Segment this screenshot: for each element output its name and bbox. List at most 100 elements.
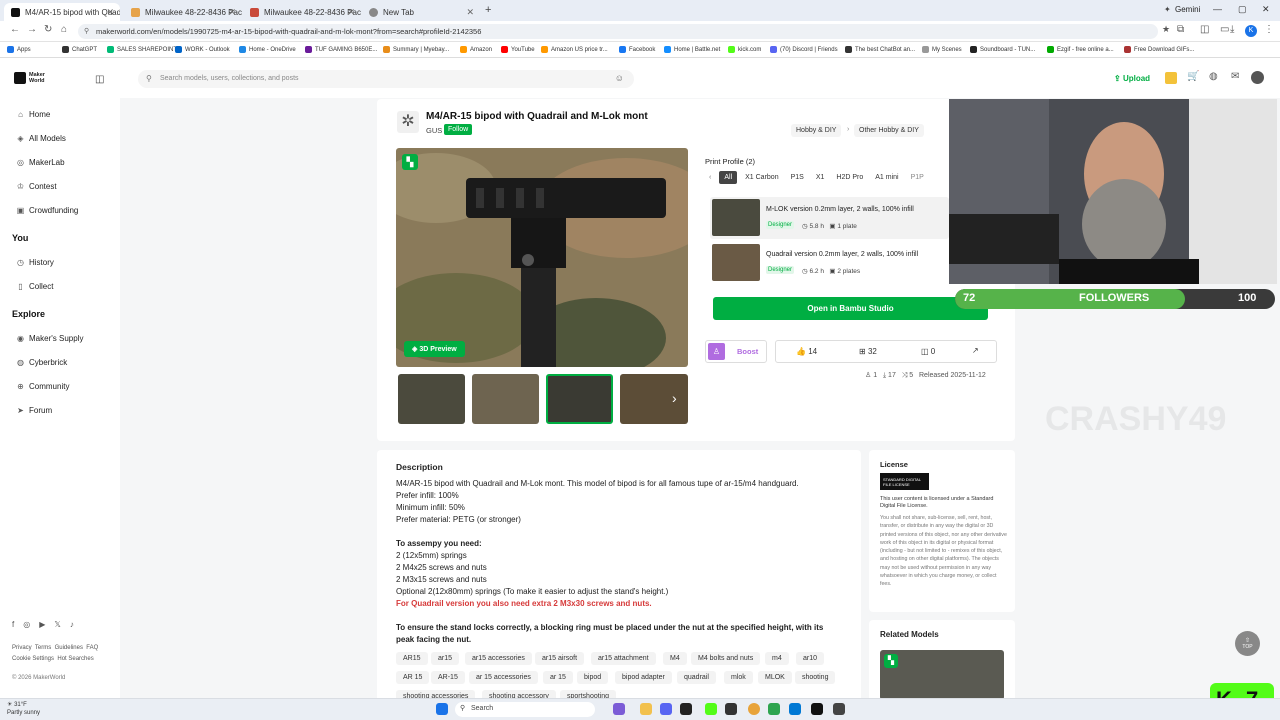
bookmark-item[interactable]: YouTube [501, 46, 535, 53]
tag-chip[interactable]: quadrail [677, 671, 716, 684]
bookmark-item[interactable]: Amazon US price tr... [541, 46, 608, 53]
tag-chip[interactable]: mlok [724, 671, 753, 684]
sidebar-item-community[interactable]: ⊕ Community [16, 382, 69, 391]
bookmark-item[interactable]: ChatGPT [62, 46, 97, 53]
makerworld-logo[interactable]: Maker World [14, 72, 45, 84]
tag-chip[interactable]: MLOK [758, 671, 792, 684]
sidepanel-icon[interactable]: ◫ [1200, 24, 1209, 35]
forward-icon[interactable]: → [27, 24, 37, 35]
collapse-sidebar-icon[interactable]: ◫ [95, 74, 104, 85]
sidebar-item-home[interactable]: ⌂ Home [16, 110, 50, 119]
weather-widget[interactable]: ☀ 31°F Partly sunny [7, 701, 40, 717]
cart-icon[interactable]: 🛒 [1187, 71, 1199, 82]
edge-icon[interactable] [789, 703, 801, 715]
bookmark-item[interactable]: Amazon [460, 46, 492, 53]
bookmark-item[interactable]: (70) Discord | Friends [770, 46, 838, 53]
footer-link-hot-searches[interactable]: Hot Searches [57, 656, 93, 662]
sidebar-item-history[interactable]: ◷ History [16, 258, 54, 267]
tab-new-tab[interactable]: New Tab ✕ [362, 3, 480, 21]
youtube-icon[interactable]: ▶ [39, 620, 45, 629]
filter-prev-icon[interactable]: ‹ [705, 172, 715, 183]
share-icon[interactable]: ↗ [972, 346, 979, 355]
sidebar-item-crowdfunding[interactable]: ▣ Crowdfunding [16, 206, 79, 215]
chrome-icon[interactable] [748, 703, 760, 715]
bookmark-item[interactable]: Soundboard - TUN... [970, 46, 1035, 53]
filter-tab-h2d-pro[interactable]: H2D Pro [832, 171, 867, 184]
tag-chip[interactable]: AR-15 [431, 671, 465, 684]
minimize-icon[interactable]: — [1213, 4, 1222, 14]
filter-tab-all[interactable]: All [719, 171, 738, 184]
filter-tab-a1-mini[interactable]: A1 mini [871, 171, 902, 184]
windows-start-icon[interactable] [436, 703, 448, 715]
tiktok-icon[interactable]: ♪ [70, 620, 74, 629]
app-icon[interactable] [811, 703, 823, 715]
tag-chip[interactable]: M4 bolts and nuts [691, 652, 761, 665]
tag-chip[interactable]: bipod adapter [615, 671, 672, 684]
close-icon[interactable]: ✕ [228, 7, 236, 18]
filter-tab-p1s[interactable]: P1S [787, 171, 808, 184]
language-icon[interactable]: ◍ [1209, 71, 1218, 82]
app-icon[interactable] [680, 703, 692, 715]
bookmark-item[interactable]: Home | Battle.net [664, 46, 720, 53]
bookmark-star-icon[interactable]: ★ [1162, 24, 1170, 35]
tab-milwaukee-2[interactable]: Milwaukee 48-22-8436 Packou ✕ [243, 3, 361, 21]
home-icon[interactable]: ⌂ [61, 24, 67, 35]
maximize-icon[interactable]: ▢ [1238, 4, 1247, 15]
app-icon[interactable] [725, 703, 737, 715]
filter-tab-p1p[interactable]: P1P [907, 171, 928, 184]
tab-milwaukee-1[interactable]: Milwaukee 48-22-8436 Packou ✕ [124, 3, 242, 21]
back-icon[interactable]: ← [10, 24, 20, 35]
footer-link-guidelines[interactable]: Guidelines [55, 645, 83, 651]
bookmark-item[interactable]: Facebook [619, 46, 655, 53]
follow-button[interactable]: Follow [444, 124, 473, 135]
footer-link-cookie-settings[interactable]: Cookie Settings [12, 656, 54, 662]
discord-icon[interactable] [660, 703, 672, 715]
bookmark-item[interactable]: The best ChatBot an... [845, 46, 915, 53]
tag-chip[interactable]: m4 [765, 652, 789, 665]
gallery-thumbnail[interactable] [620, 374, 688, 424]
close-icon[interactable]: ✕ [466, 7, 474, 18]
filter-tab-x1[interactable]: X1 [812, 171, 829, 184]
boost-button[interactable]: ♙ Boost [705, 340, 767, 363]
bookmark-item[interactable]: Summary | Myebay... [383, 46, 449, 53]
tag-chip[interactable]: ar15 accessories [465, 652, 532, 665]
gemini-icon[interactable]: ✦ [1164, 5, 1171, 14]
app-icon[interactable] [833, 703, 845, 715]
instagram-icon[interactable]: ◎ [23, 620, 30, 629]
tag-chip[interactable]: M4 [663, 652, 687, 665]
close-icon[interactable]: ✕ [347, 7, 355, 18]
tag-chip[interactable]: ar15 [431, 652, 460, 665]
app-icon[interactable] [705, 703, 717, 715]
profile-avatar[interactable]: K [1245, 25, 1257, 37]
tag-chip[interactable]: ar15 airsoft [535, 652, 585, 665]
collect-button[interactable]: ⊞ 32 [859, 347, 877, 356]
new-tab-button[interactable]: + [485, 4, 491, 16]
gallery-thumbnail[interactable] [472, 374, 539, 424]
comment-button[interactable]: ◫ 0 [921, 347, 935, 356]
download-icon[interactable]: ⤓ [1230, 24, 1234, 35]
filter-tab-x1-carbon[interactable]: X1 Carbon [741, 171, 782, 184]
points-icon[interactable] [1165, 72, 1177, 84]
search-input[interactable]: ⚲ Search models, users, collections, and… [138, 70, 634, 88]
url-field[interactable]: ⚲ makerworld.com/en/models/1990725-m4-ar… [78, 24, 1158, 39]
extensions-icon[interactable]: ⧉ [1177, 24, 1184, 35]
related-model-card[interactable]: ▚ [880, 650, 1004, 700]
bookmark-item[interactable]: My Scenes [922, 46, 962, 53]
tag-chip[interactable]: AR 15 [396, 671, 430, 684]
profile-item[interactable]: Quadrail version 0.2mm layer, 2 walls, 1… [710, 242, 949, 284]
footer-link-terms[interactable]: Terms [35, 645, 51, 651]
gemini-button[interactable]: Gemini [1175, 5, 1200, 14]
profile-item[interactable]: M-LOK version 0.2mm layer, 2 walls, 100%… [710, 197, 949, 239]
tab-makerworld[interactable]: M4/AR-15 bipod with Quadrai ✕ [4, 3, 120, 21]
tag-chip[interactable]: bipod [577, 671, 609, 684]
tag-chip[interactable]: AR15 [396, 652, 428, 665]
model-main-image[interactable]: ▚ ◈ 3D Preview [396, 148, 688, 367]
x-icon[interactable]: 𝕏 [54, 620, 60, 629]
bookmark-item[interactable]: SALES SHAREPOINT [107, 46, 177, 53]
window-close-icon[interactable]: ✕ [1262, 4, 1270, 15]
file-explorer-icon[interactable] [640, 703, 652, 715]
menu-icon[interactable]: ⋮ [1264, 24, 1274, 35]
bookmark-item[interactable]: TUF GAMING B650E... [305, 46, 377, 53]
tag-chip[interactable]: ar 15 [543, 671, 573, 684]
copilot-icon[interactable] [613, 703, 625, 715]
